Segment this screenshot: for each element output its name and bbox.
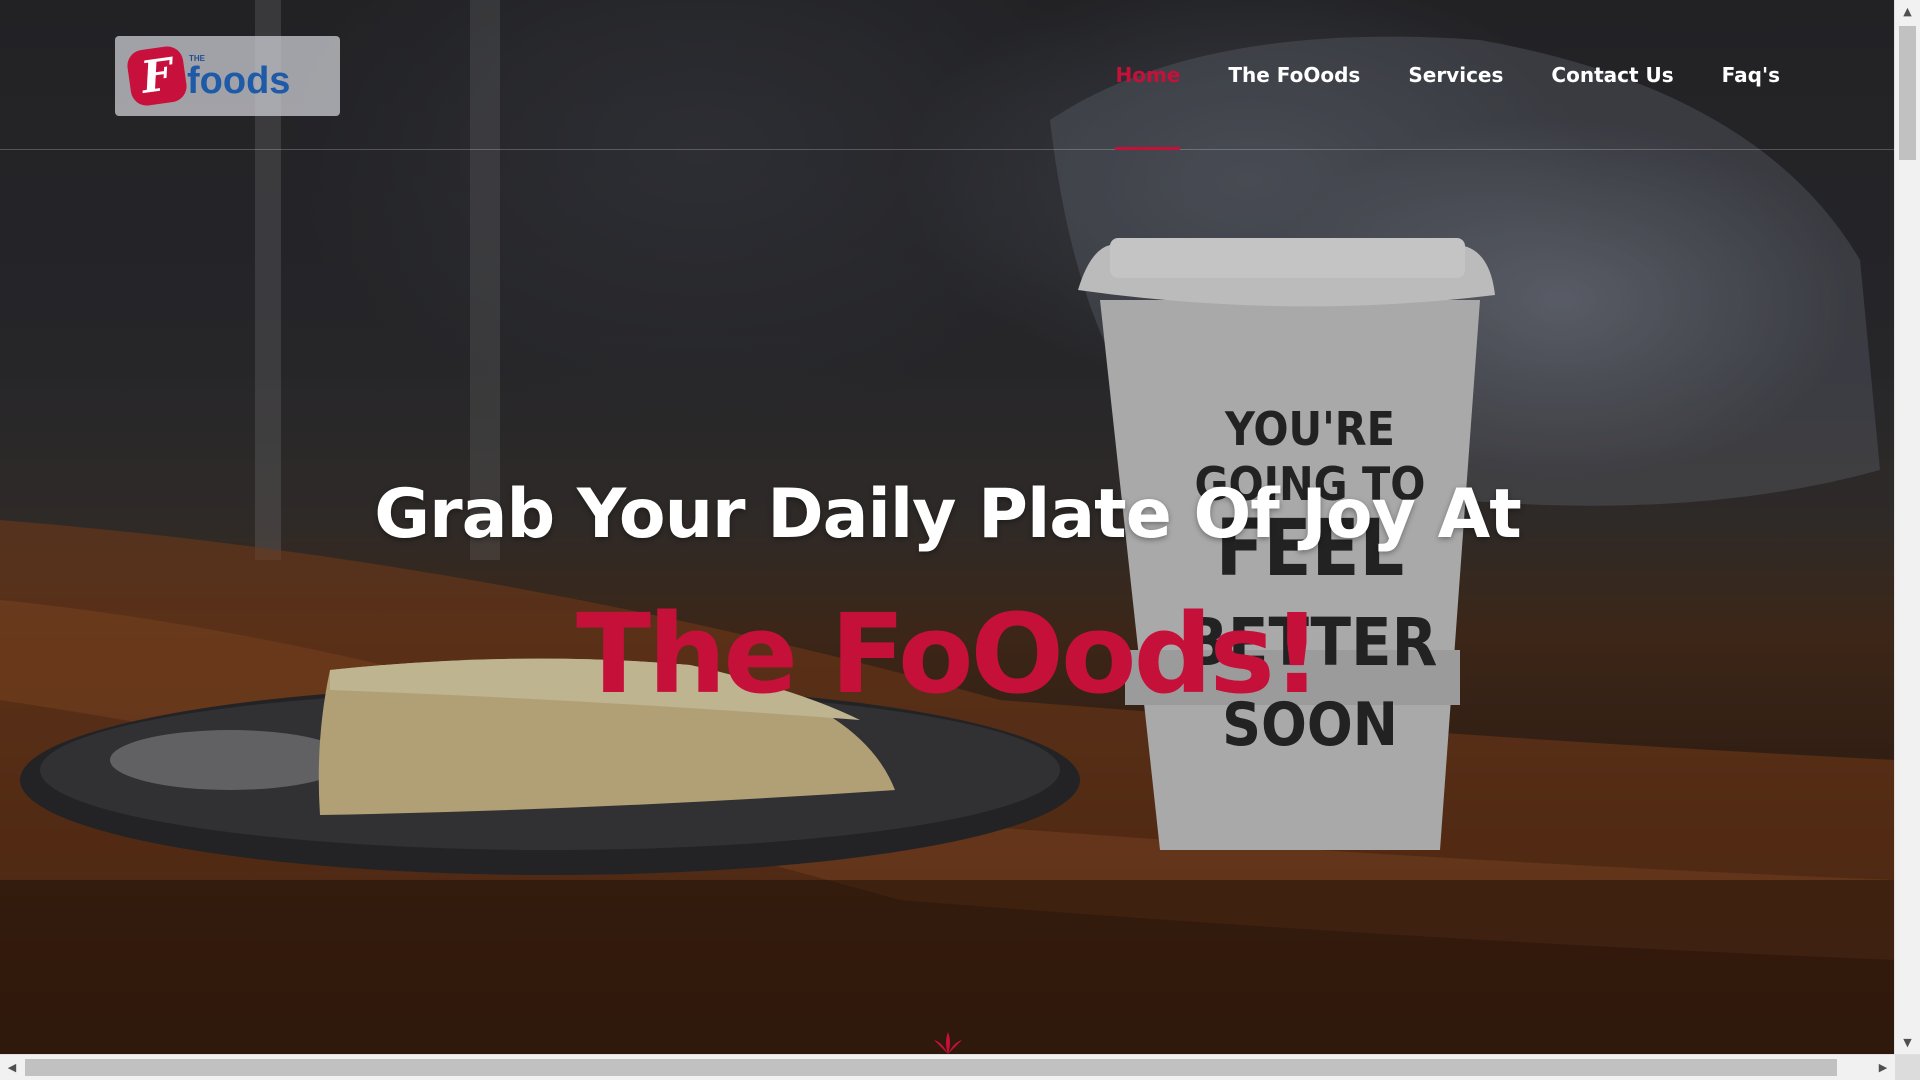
- nav-item-faqs[interactable]: Faq's: [1722, 0, 1780, 149]
- page-viewport: YOU'RE GOING TO FEEL BETTER SOON F THE f…: [0, 0, 1895, 1055]
- vertical-scrollbar[interactable]: ▲ ▼: [1894, 0, 1920, 1055]
- arrow-left-icon[interactable]: ◀: [2, 1055, 22, 1080]
- horizontal-scrollbar[interactable]: ◀ ▶: [0, 1054, 1920, 1080]
- arrow-down-icon[interactable]: ▼: [1895, 1033, 1920, 1053]
- logo-wordmark: foods: [187, 60, 291, 102]
- main-nav: Home The FoOods Services Contact Us Faq'…: [1067, 0, 1780, 150]
- arrow-right-icon[interactable]: ▶: [1873, 1055, 1893, 1080]
- nav-item-contact-us[interactable]: Contact Us: [1551, 0, 1673, 149]
- logo-link[interactable]: F THE foods: [115, 36, 340, 116]
- vertical-scroll-thumb[interactable]: [1899, 26, 1916, 160]
- nav-item-the-foods[interactable]: The FoOods: [1228, 0, 1360, 149]
- hero-headline: Grab Your Daily Plate Of Joy At: [374, 475, 1521, 554]
- lotus-icon[interactable]: [930, 1030, 966, 1055]
- logo-f-mark: F: [125, 44, 189, 108]
- scrollbar-corner: [1895, 1055, 1920, 1080]
- nav-item-home[interactable]: Home: [1115, 0, 1180, 150]
- nav-item-services[interactable]: Services: [1408, 0, 1503, 149]
- horizontal-scroll-thumb[interactable]: [25, 1059, 1837, 1076]
- arrow-up-icon[interactable]: ▲: [1895, 2, 1920, 22]
- site-header: F THE foods Home The FoOods Services Con…: [0, 0, 1895, 150]
- hero-brand-line: The FoOods!: [576, 590, 1322, 718]
